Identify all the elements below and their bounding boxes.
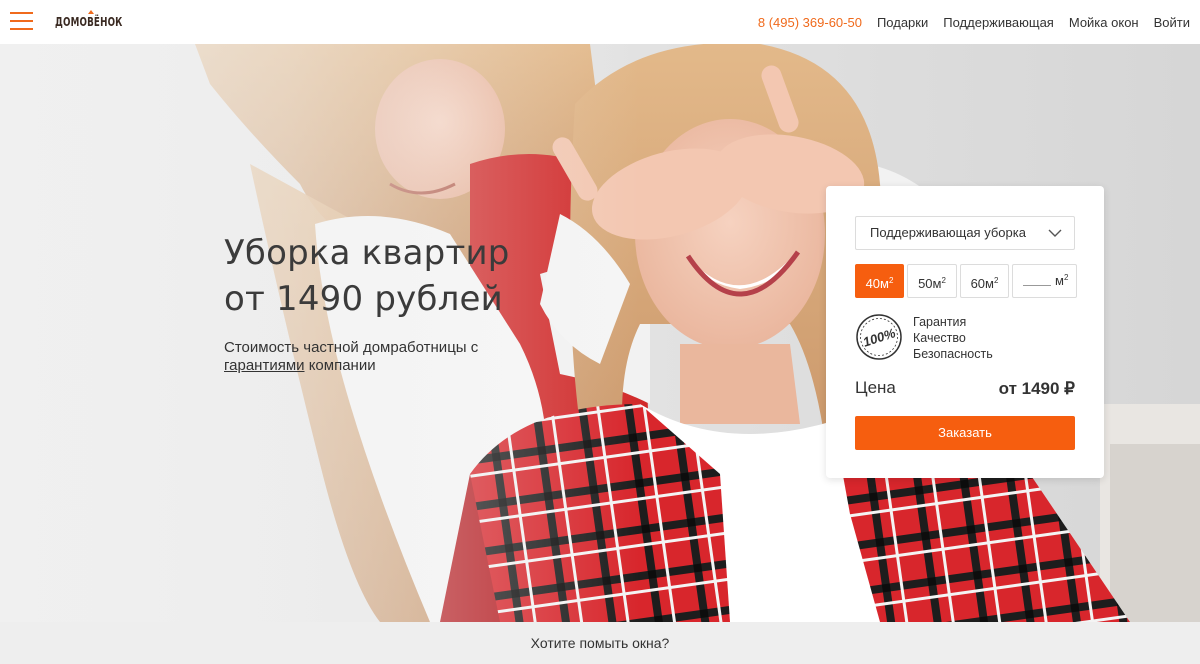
- logo[interactable]: ДОМОВЁНОК: [0, 0, 123, 44]
- hero-subtitle: Стоимость частной домработницы с гаранти…: [224, 339, 484, 375]
- phone-link[interactable]: 8 (495) 369-60-50: [758, 15, 862, 30]
- hero-subtitle-tail: компании: [308, 357, 376, 374]
- safety-item: Безопасность: [913, 347, 993, 361]
- custom-area-underline: [1023, 285, 1051, 286]
- service-select[interactable]: Поддерживающая уборка: [855, 216, 1075, 250]
- hero-title-line-2: от 1490 рублей: [224, 279, 503, 319]
- hero-title: Уборка квартир от 1490 рублей: [224, 230, 510, 322]
- guarantee-list: Гарантия Качество Безопасность: [913, 314, 993, 362]
- hero-subtitle-text: Стоимость частной домработницы с: [224, 339, 479, 356]
- price-value: от 1490 ₽: [998, 379, 1075, 398]
- windows-promo-bar[interactable]: Хотите помыть окна?: [0, 622, 1200, 664]
- hero-title-line-1: Уборка квартир: [224, 233, 510, 273]
- windows-promo-text: Хотите помыть окна?: [530, 635, 670, 651]
- order-button[interactable]: Заказать: [855, 416, 1075, 450]
- nav-gifts[interactable]: Подарки: [877, 15, 928, 30]
- hero-overlay: [0, 44, 640, 622]
- price-row: Цена от 1490 ₽: [855, 378, 1075, 402]
- 100-percent-badge-icon: 100%: [856, 314, 902, 360]
- chevron-down-icon: [1048, 229, 1062, 237]
- logo-text: ДОМОВЁНОК: [55, 14, 123, 29]
- top-nav: 8 (495) 369-60-50 Подарки Поддерживающая…: [743, 0, 1190, 44]
- area-option-40[interactable]: 40м2: [855, 264, 904, 298]
- price-label: Цена: [855, 378, 896, 397]
- nav-maintenance[interactable]: Поддерживающая: [943, 15, 1054, 30]
- area-option-60[interactable]: 60м2: [960, 264, 1009, 298]
- nav-windows[interactable]: Мойка окон: [1069, 15, 1139, 30]
- service-select-value: Поддерживающая уборка: [870, 225, 1026, 240]
- badge-text: 100%: [861, 325, 898, 350]
- site-header: ДОМОВЁНОК 8 (495) 369-60-50 Подарки Подд…: [0, 0, 1200, 44]
- area-option-50[interactable]: 50м2: [907, 264, 957, 298]
- custom-area-input[interactable]: м2: [1012, 264, 1077, 298]
- nav-login[interactable]: Войти: [1154, 15, 1190, 30]
- quality-item: Качество: [913, 331, 966, 345]
- guarantee-item: Гарантия: [913, 315, 967, 329]
- guarantees-link[interactable]: гарантиями: [224, 357, 305, 374]
- order-card: Поддерживающая уборка 40м2 50м2 60м2 м2 …: [826, 186, 1104, 478]
- custom-area-unit: м2: [1055, 273, 1069, 288]
- area-options: 40м2 50м2 60м2 м2: [855, 264, 1077, 298]
